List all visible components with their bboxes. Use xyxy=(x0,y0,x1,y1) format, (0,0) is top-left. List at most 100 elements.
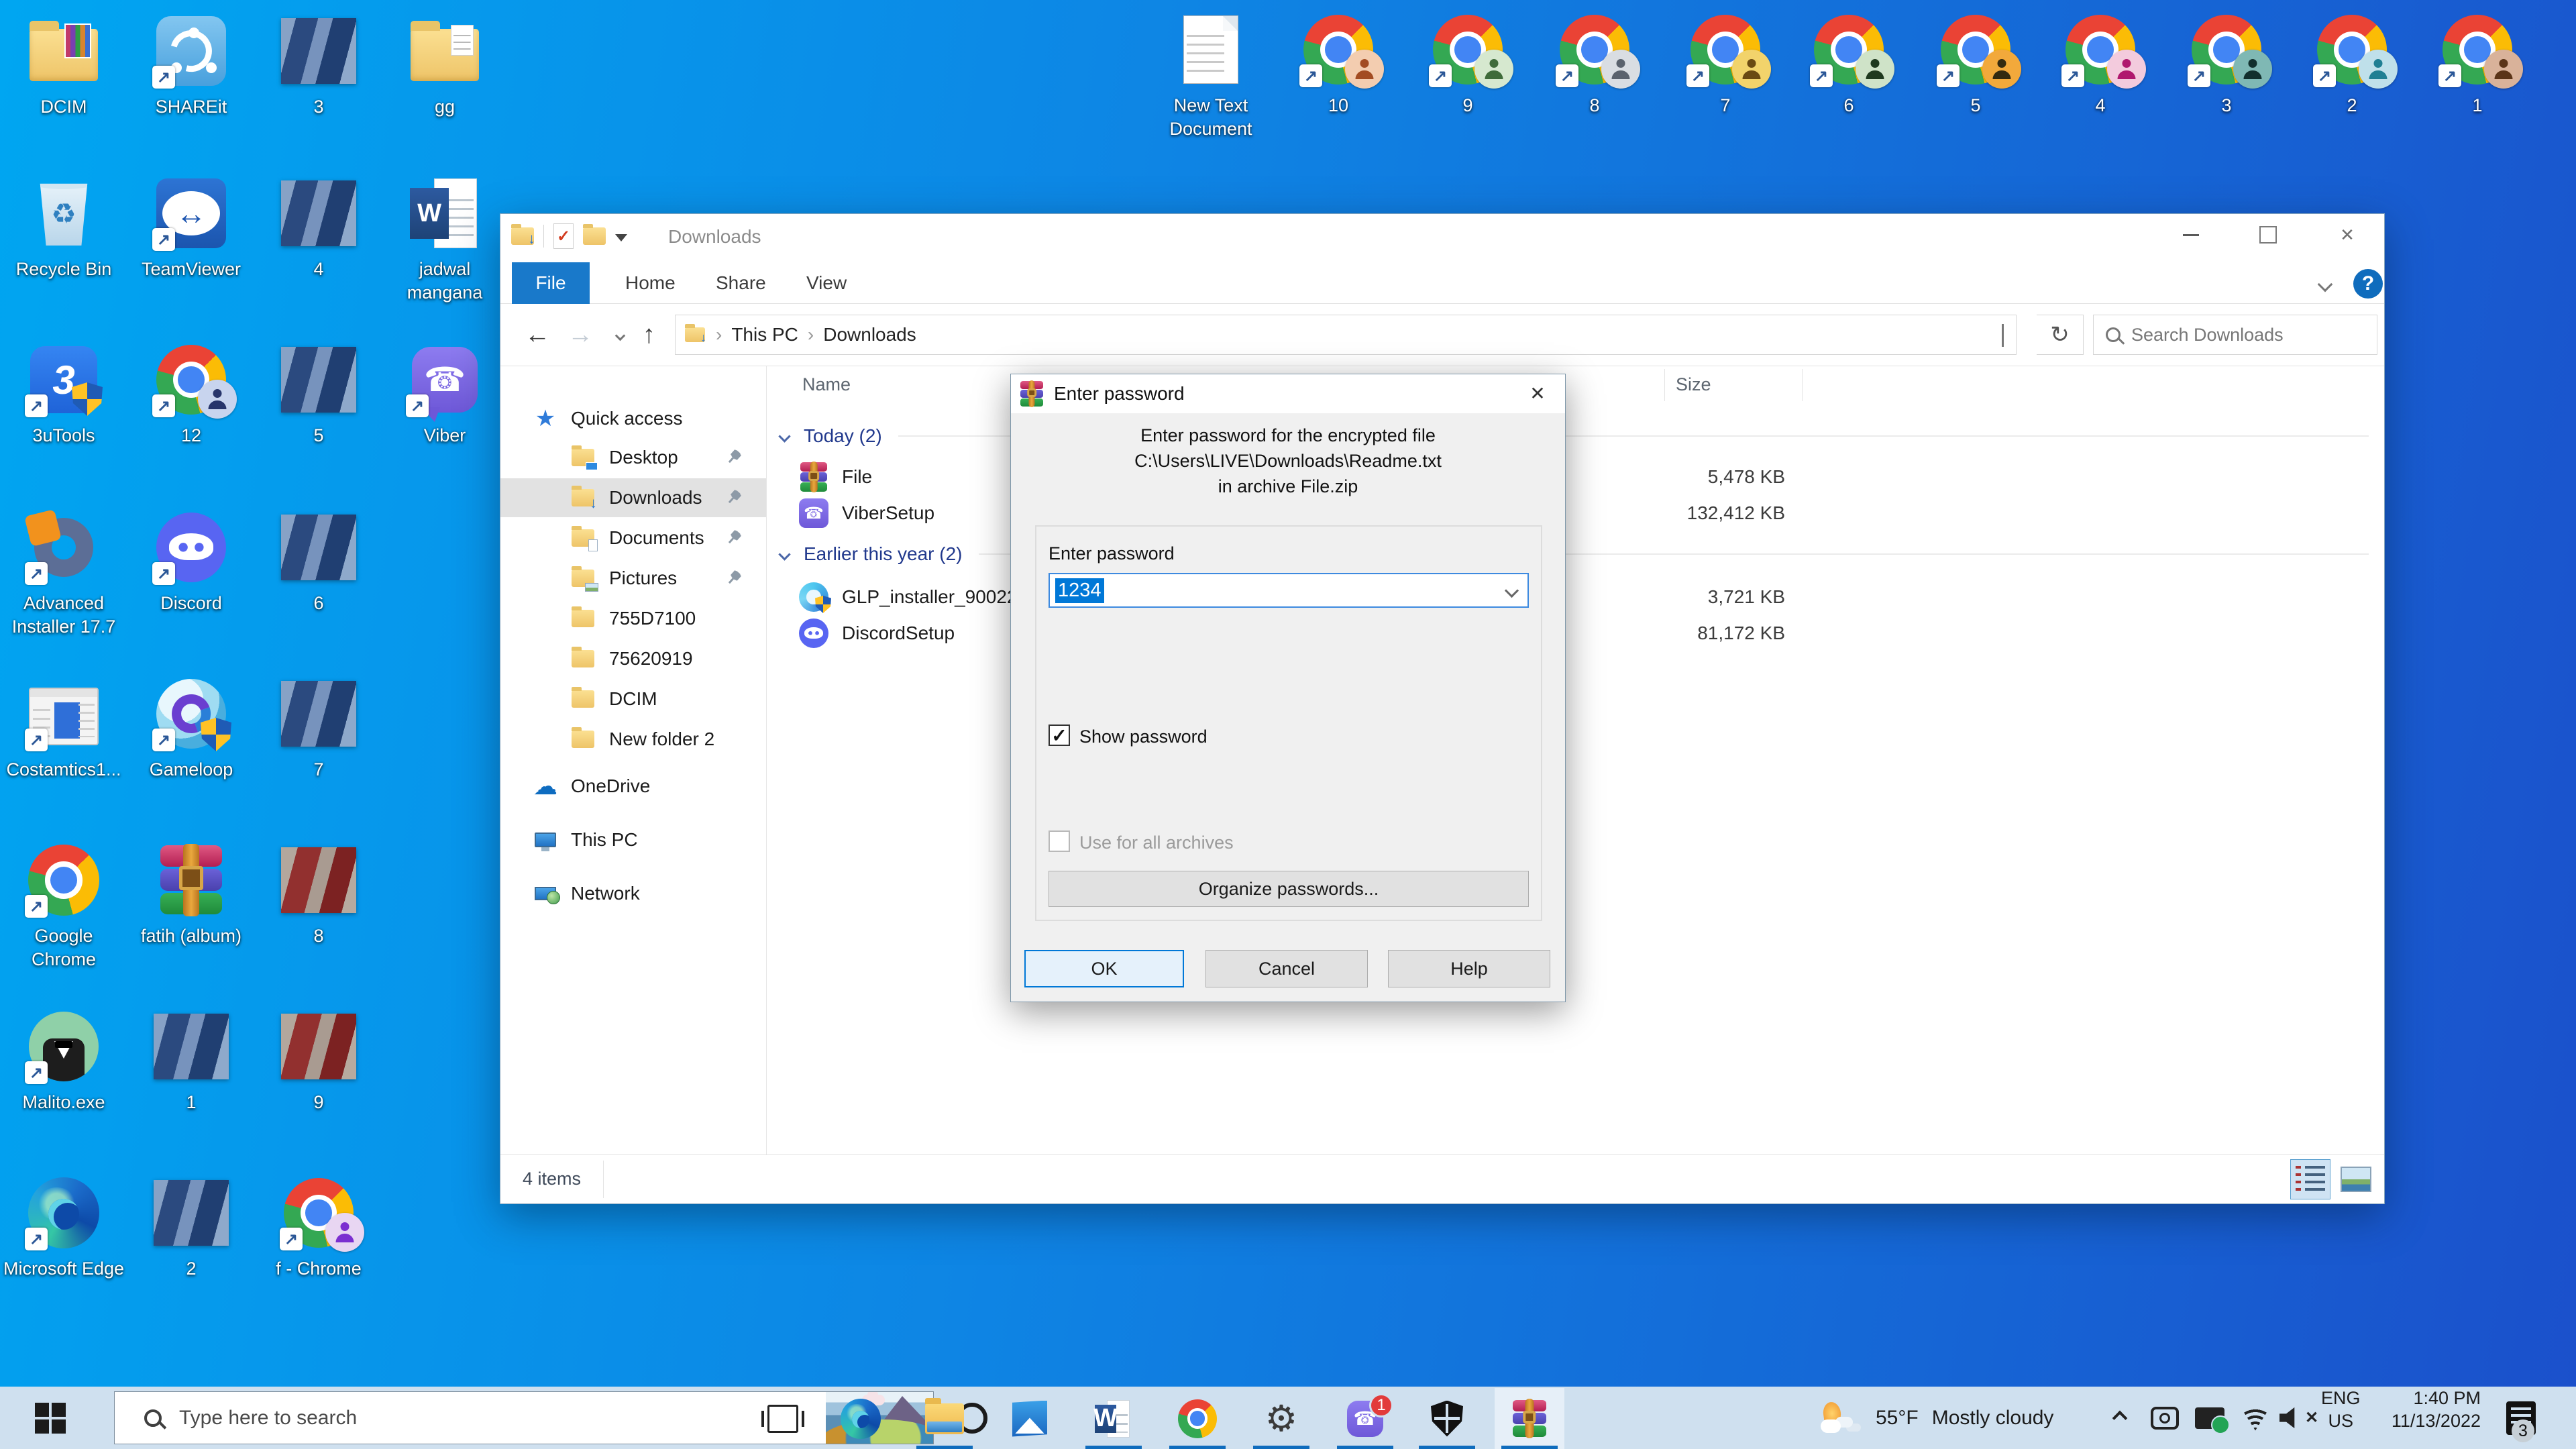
desktop-icon-costamtics[interactable]: Costamtics1... xyxy=(0,676,127,782)
sidebar-item-new-folder-2[interactable]: New folder 2 xyxy=(500,720,766,759)
maximize-button[interactable] xyxy=(2238,214,2298,256)
desktop-icon-microsoft-edge[interactable]: Microsoft Edge xyxy=(0,1175,127,1281)
desktop-icon-chrome-4[interactable]: 4 xyxy=(2037,12,2164,117)
use-for-all-archives-checkbox[interactable] xyxy=(1049,830,1070,852)
tray-language[interactable]: ENG US xyxy=(2321,1387,2361,1449)
desktop-icon-chrome-3[interactable]: 3 xyxy=(2163,12,2290,117)
show-password-checkbox[interactable] xyxy=(1049,724,1070,746)
desktop-icon-gameloop[interactable]: Gameloop xyxy=(127,676,255,782)
taskbar-viber-button[interactable]: 1 xyxy=(1330,1388,1400,1449)
desktop-icon-discord[interactable]: Discord xyxy=(127,510,255,615)
desktop-icon-chrome-10[interactable]: 10 xyxy=(1275,12,1402,117)
breadcrumb-downloads[interactable]: Downloads xyxy=(823,324,916,345)
taskbar-security-button[interactable] xyxy=(1412,1388,1482,1449)
desktop-icon-dcim[interactable]: DCIM xyxy=(0,13,127,119)
qat-customize-dropdown-icon[interactable] xyxy=(615,234,627,241)
desktop-icon-photo-4[interactable]: 4 xyxy=(255,176,382,281)
desktop-icon-chrome-8[interactable]: 8 xyxy=(1531,12,1658,117)
organize-passwords-button[interactable]: Organize passwords... xyxy=(1049,871,1529,907)
tray-meet-now[interactable] xyxy=(2151,1387,2179,1449)
desktop-icon-chrome-1[interactable]: 1 xyxy=(2414,12,2541,117)
desktop-icon-photo-5[interactable]: 5 xyxy=(255,342,382,447)
tab-view[interactable]: View xyxy=(789,262,864,304)
dialog-close-icon[interactable] xyxy=(1514,374,1561,412)
thumbnails-view-button[interactable] xyxy=(2336,1159,2376,1199)
sidebar-item-pictures[interactable]: Pictures xyxy=(500,559,766,598)
minimize-button[interactable] xyxy=(2161,214,2221,256)
desktop-icon-photo-7[interactable]: 7 xyxy=(255,676,382,782)
taskbar-file-explorer-button[interactable] xyxy=(910,1388,979,1449)
desktop-icon-photo-2[interactable]: 2 xyxy=(127,1175,255,1281)
password-input[interactable]: 1234 xyxy=(1049,573,1529,608)
address-dropdown-icon[interactable] xyxy=(2002,324,2004,345)
sidebar-item-quick-access[interactable]: ★ Quick access xyxy=(500,399,766,438)
tray-network[interactable] xyxy=(2239,1387,2271,1449)
desktop-icon-photo-6[interactable]: 6 xyxy=(255,510,382,615)
taskbar-word-button[interactable] xyxy=(1079,1388,1148,1449)
sidebar-item-onedrive[interactable]: ☁ OneDrive xyxy=(500,767,766,806)
desktop-icon-new-text-document[interactable]: New Text Document xyxy=(1147,12,1275,141)
desktop-icon-chrome-6[interactable]: 6 xyxy=(1785,12,1913,117)
tab-home[interactable]: Home xyxy=(608,262,693,304)
ok-button[interactable]: OK xyxy=(1024,950,1184,987)
title-bar[interactable]: ↓ ✓ Downloads xyxy=(500,214,2384,262)
taskbar-mail-button[interactable] xyxy=(995,1388,1065,1449)
desktop-icon-chrome-7[interactable]: 7 xyxy=(1662,12,1789,117)
tray-clock[interactable]: 1:40 PM 11/13/2022 xyxy=(2380,1387,2481,1449)
sidebar-item-downloads[interactable]: ↓ Downloads xyxy=(500,478,766,517)
forward-icon[interactable]: → xyxy=(568,320,593,350)
back-icon[interactable]: ← xyxy=(525,320,550,350)
tray-display-location[interactable] xyxy=(2195,1387,2224,1449)
breadcrumb-this-pc[interactable]: This PC xyxy=(731,324,798,345)
help-button[interactable]: Help xyxy=(1388,950,1550,987)
column-header-name[interactable]: Name xyxy=(802,374,851,395)
sidebar-item-documents[interactable]: Documents xyxy=(500,519,766,557)
qat-properties-icon[interactable]: ✓ xyxy=(553,223,574,249)
dialog-title-bar[interactable]: Enter password xyxy=(1011,374,1565,413)
desktop-icon-chrome-12[interactable]: 12 xyxy=(127,342,255,447)
desktop-icon-3utools[interactable]: 3uTools xyxy=(0,342,127,447)
task-view-button[interactable] xyxy=(748,1388,818,1449)
qat-new-folder-icon[interactable] xyxy=(583,227,606,245)
taskbar-edge-button[interactable] xyxy=(826,1388,896,1449)
desktop-icon-viber[interactable]: Viber xyxy=(381,342,508,447)
cancel-button[interactable]: Cancel xyxy=(1205,950,1368,987)
desktop-icon-photo-9[interactable]: 9 xyxy=(255,1009,382,1114)
desktop-icon-teamviewer[interactable]: TeamViewer xyxy=(127,176,255,281)
desktop-icon-google-chrome[interactable]: Google Chrome xyxy=(0,843,127,971)
desktop-icon-chrome-5[interactable]: 5 xyxy=(1912,12,2039,117)
desktop-icon-chrome-2[interactable]: 2 xyxy=(2288,12,2416,117)
desktop-icon-gg[interactable]: gg xyxy=(381,13,508,119)
close-button[interactable] xyxy=(2317,214,2377,256)
tab-file[interactable]: File xyxy=(512,262,590,304)
up-icon[interactable]: ↑ xyxy=(643,320,655,350)
tray-show-hidden-icons[interactable] xyxy=(2114,1387,2125,1449)
desktop-icon-malito[interactable]: Malito.exe xyxy=(0,1009,127,1114)
taskbar-settings-button[interactable]: ⚙ xyxy=(1246,1388,1316,1449)
address-bar[interactable]: ↓ › This PC › Downloads xyxy=(675,315,2017,355)
desktop-icon-f-chrome[interactable]: f - Chrome xyxy=(255,1175,382,1281)
group-collapse-icon[interactable] xyxy=(778,548,790,560)
search-box[interactable]: Search Downloads xyxy=(2093,315,2377,355)
desktop-icon-fatih-album[interactable]: fatih (album) xyxy=(127,843,255,948)
tab-share[interactable]: Share xyxy=(698,262,784,304)
tray-volume[interactable]: ✕ xyxy=(2279,1387,2318,1449)
sidebar-item-75620919[interactable]: 75620919 xyxy=(500,639,766,678)
column-header-size[interactable]: Size xyxy=(1676,374,1711,395)
details-view-button[interactable] xyxy=(2290,1159,2330,1199)
desktop-icon-photo-8[interactable]: 8 xyxy=(255,843,382,948)
desktop-icon-shareit[interactable]: SHAREit xyxy=(127,13,255,119)
recent-locations-icon[interactable] xyxy=(606,325,633,345)
sidebar-item-this-pc[interactable]: This PC xyxy=(500,820,766,859)
desktop-icon-chrome-9[interactable]: 9 xyxy=(1404,12,1532,117)
refresh-icon[interactable]: ↻ xyxy=(2037,315,2084,355)
weather-widget[interactable]: 55°F Mostly cloudy xyxy=(1819,1387,2053,1449)
sidebar-item-desktop[interactable]: Desktop xyxy=(500,438,766,477)
desktop-icon-recycle-bin[interactable]: Recycle Bin xyxy=(0,176,127,281)
taskbar-winrar-button[interactable] xyxy=(1495,1388,1564,1449)
sidebar-item-755d7100[interactable]: 755D7100 xyxy=(500,599,766,638)
sidebar-item-dcim[interactable]: DCIM xyxy=(500,680,766,718)
sidebar-item-network[interactable]: Network xyxy=(500,874,766,913)
group-collapse-icon[interactable] xyxy=(778,430,790,442)
desktop-icon-jadwal[interactable]: jadwal mangana xyxy=(381,176,508,305)
